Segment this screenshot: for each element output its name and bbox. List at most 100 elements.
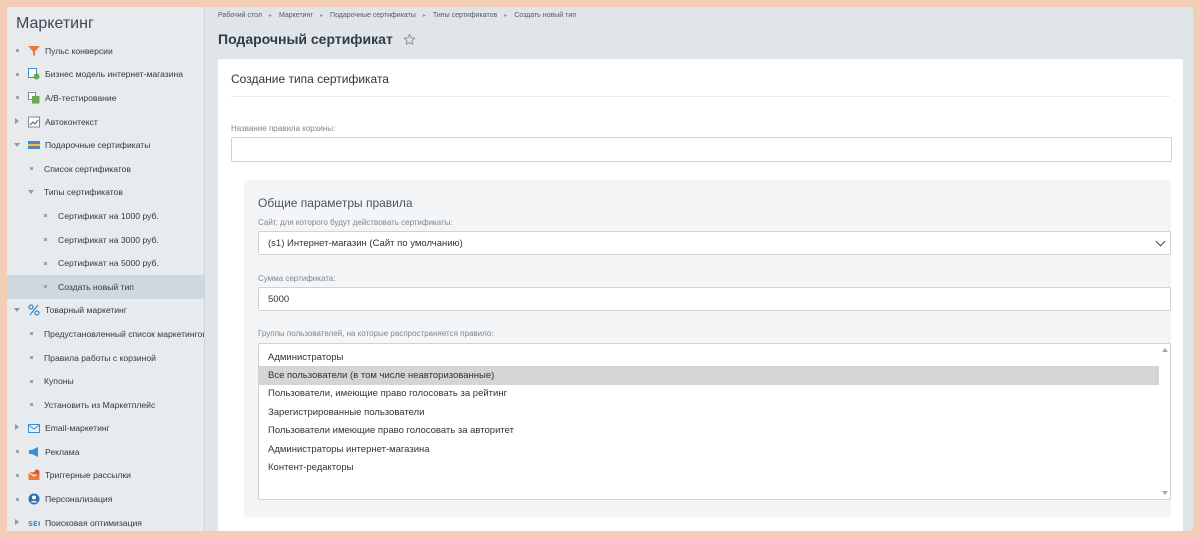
sidebar-item-label: Подарочные сертификаты <box>45 140 151 151</box>
listbox-scrollbar[interactable] <box>1159 344 1170 499</box>
breadcrumb-link[interactable]: Создать новый тип <box>514 12 576 19</box>
page-title: Подарочный сертификат <box>218 31 393 47</box>
sidebar-title: Маркетинг <box>16 15 94 32</box>
sidebar-item-label: Пульс конверсии <box>45 45 113 56</box>
collapse-arrow-icon[interactable] <box>12 142 22 149</box>
sidebar-item-label: Правила работы с корзиной <box>44 352 156 363</box>
site-label: Сайт, для которого будут действовать сер… <box>258 218 453 227</box>
sidebar-item[interactable]: Персонализация <box>7 487 204 511</box>
scroll-up-icon[interactable] <box>1162 348 1168 352</box>
user-groups-listbox[interactable]: Администраторы Все пользователи (в том чи… <box>258 343 1171 500</box>
site-select[interactable]: (s1) Интернет-магазин (Сайт по умолчанию… <box>258 231 1171 255</box>
sidebar-item-label: Товарный маркетинг <box>45 305 127 316</box>
expand-arrow-icon[interactable] <box>12 518 22 527</box>
sidebar-item[interactable]: Купоны <box>7 369 204 393</box>
breadcrumb-link[interactable]: Типы сертификатов <box>433 12 497 19</box>
chevron-down-icon <box>1155 236 1166 247</box>
sidebar-item-label: Реклама <box>45 446 80 457</box>
list-option[interactable]: Все пользователи (в том числе неавторизо… <box>259 366 1160 385</box>
megaphone-icon <box>28 446 40 458</box>
bullet-icon <box>12 448 22 455</box>
scroll-down-icon[interactable] <box>1162 491 1168 495</box>
sidebar-item-label: Email-маркетинг <box>45 423 110 434</box>
amount-label: Сумма сертификата: <box>258 274 336 283</box>
sidebar-item-label: Поисковая оптимизация <box>45 517 142 528</box>
breadcrumb-separator-icon: ▸ <box>422 13 426 19</box>
sidebar-item[interactable]: Создать новый тип <box>7 274 204 299</box>
breadcrumb-link[interactable]: Подарочные сертификаты <box>330 12 416 19</box>
sidebar-item-label: Автоконтекст <box>45 116 98 127</box>
bullet-icon <box>12 472 22 479</box>
sidebar-item-label: A/B-тестирование <box>45 92 117 103</box>
bullet-icon <box>26 354 36 361</box>
amount-input[interactable]: 5000 <box>258 287 1171 311</box>
list-option[interactable]: Пользователи, имеющие право голосовать з… <box>259 385 1160 403</box>
sidebar-item[interactable]: SEO Поисковая оптимизация <box>7 511 204 531</box>
sidebar-item-label: Сертификат на 1000 руб. <box>58 210 159 221</box>
sidebar-item[interactable]: Товарный маркетинг <box>7 299 204 323</box>
sidebar-item[interactable]: Email-маркетинг <box>7 417 204 441</box>
svg-text:SEO: SEO <box>28 520 40 528</box>
sidebar-item[interactable]: Сертификат на 3000 руб. <box>7 228 204 252</box>
sidebar-item-label: Триггерные рассылки <box>45 470 131 481</box>
list-option[interactable]: Пользователи имеющие право голосовать за… <box>259 422 1160 440</box>
sidebar-item[interactable]: Реклама <box>7 440 204 464</box>
sidebar-item[interactable]: Предустановленный список маркетингов <box>7 322 204 346</box>
app-window: Маркетинг Пульс конверсии Бизнес модель и… <box>7 7 1193 531</box>
bullet-icon <box>12 47 22 54</box>
list-option[interactable]: Администраторы <box>259 348 1160 366</box>
sidebar-item[interactable]: A/B-тестирование <box>7 86 204 110</box>
sidebar-nav: Пульс конверсии Бизнес модель интернет-ма… <box>7 39 204 531</box>
breadcrumb: Рабочий стол ▸ Маркетинг ▸ Подарочные сертиф… <box>218 12 576 19</box>
sidebar-item[interactable]: Типы сертификатов <box>7 181 204 205</box>
collapse-arrow-icon[interactable] <box>26 189 36 196</box>
bullet-icon <box>26 330 36 337</box>
general-params-panel: Общие параметры правила Сайт, для которо… <box>244 180 1171 517</box>
breadcrumb-link[interactable]: Рабочий стол <box>218 12 262 19</box>
sidebar-item-label: Сертификат на 3000 руб. <box>58 234 159 245</box>
bullet-icon <box>12 496 22 503</box>
sidebar-item-label: Создать новый тип <box>58 281 134 292</box>
expand-arrow-icon[interactable] <box>12 117 22 126</box>
sidebar-item-label: Бизнес модель интернет-магазина <box>45 69 184 80</box>
sidebar-item[interactable]: Триггерные рассылки <box>7 464 204 488</box>
sidebar-item[interactable]: Автоконтекст <box>7 110 204 134</box>
rule-name-label: Название правила корзины: <box>231 124 336 133</box>
expand-arrow-icon[interactable] <box>12 424 22 432</box>
bullet-icon <box>40 260 50 267</box>
personalization-icon <box>28 493 40 505</box>
list-option[interactable]: Контент-редакторы <box>259 458 1160 476</box>
sidebar-item[interactable]: Сертификат на 5000 руб. <box>7 251 204 275</box>
groups-label: Группы пользователей, на которые распрос… <box>258 329 494 338</box>
breadcrumb-separator-icon: ▸ <box>268 13 272 19</box>
site-select-value: (s1) Интернет-магазин (Сайт по умолчанию… <box>268 237 463 249</box>
general-params-title: Общие параметры правила <box>258 196 413 210</box>
sidebar-item[interactable]: Бизнес модель интернет-магазина <box>7 63 204 87</box>
sidebar-item[interactable]: Подарочные сертификаты <box>7 133 204 157</box>
sidebar-item[interactable]: Список сертификатов <box>7 157 204 181</box>
sidebar-item[interactable]: Правила работы с корзиной <box>7 346 204 370</box>
main-content: Рабочий стол ▸ Маркетинг ▸ Подарочные сертиф… <box>206 7 1193 531</box>
chart-icon <box>28 116 40 128</box>
list-option[interactable]: Администраторы интернет-магазина <box>259 440 1160 458</box>
bullet-icon <box>12 94 22 101</box>
sidebar-item[interactable]: Сертификат на 1000 руб. <box>7 204 204 228</box>
gift-card-icon <box>28 139 40 151</box>
bullet-icon <box>40 283 50 290</box>
divider <box>231 96 1170 97</box>
collapse-arrow-icon[interactable] <box>12 307 22 314</box>
rule-name-input[interactable] <box>231 137 1172 162</box>
sidebar-item-label: Типы сертификатов <box>44 187 123 198</box>
sidebar-item[interactable]: Установить из Маркетплейс <box>7 393 204 417</box>
star-icon[interactable] <box>403 33 416 46</box>
sidebar-item-label: Персонализация <box>45 494 113 505</box>
sidebar-item-label: Сертификат на 5000 руб. <box>58 258 159 269</box>
sidebar-item[interactable]: Пульс конверсии <box>7 39 204 63</box>
list-option[interactable]: Зарегистрированные пользователи <box>259 403 1160 421</box>
bullet-icon <box>26 401 36 408</box>
breadcrumb-link[interactable]: Маркетинг <box>279 12 313 19</box>
funnel-icon <box>28 45 40 57</box>
trigger-icon <box>28 469 40 481</box>
bullet-icon <box>26 378 36 385</box>
business-model-icon <box>28 68 40 80</box>
